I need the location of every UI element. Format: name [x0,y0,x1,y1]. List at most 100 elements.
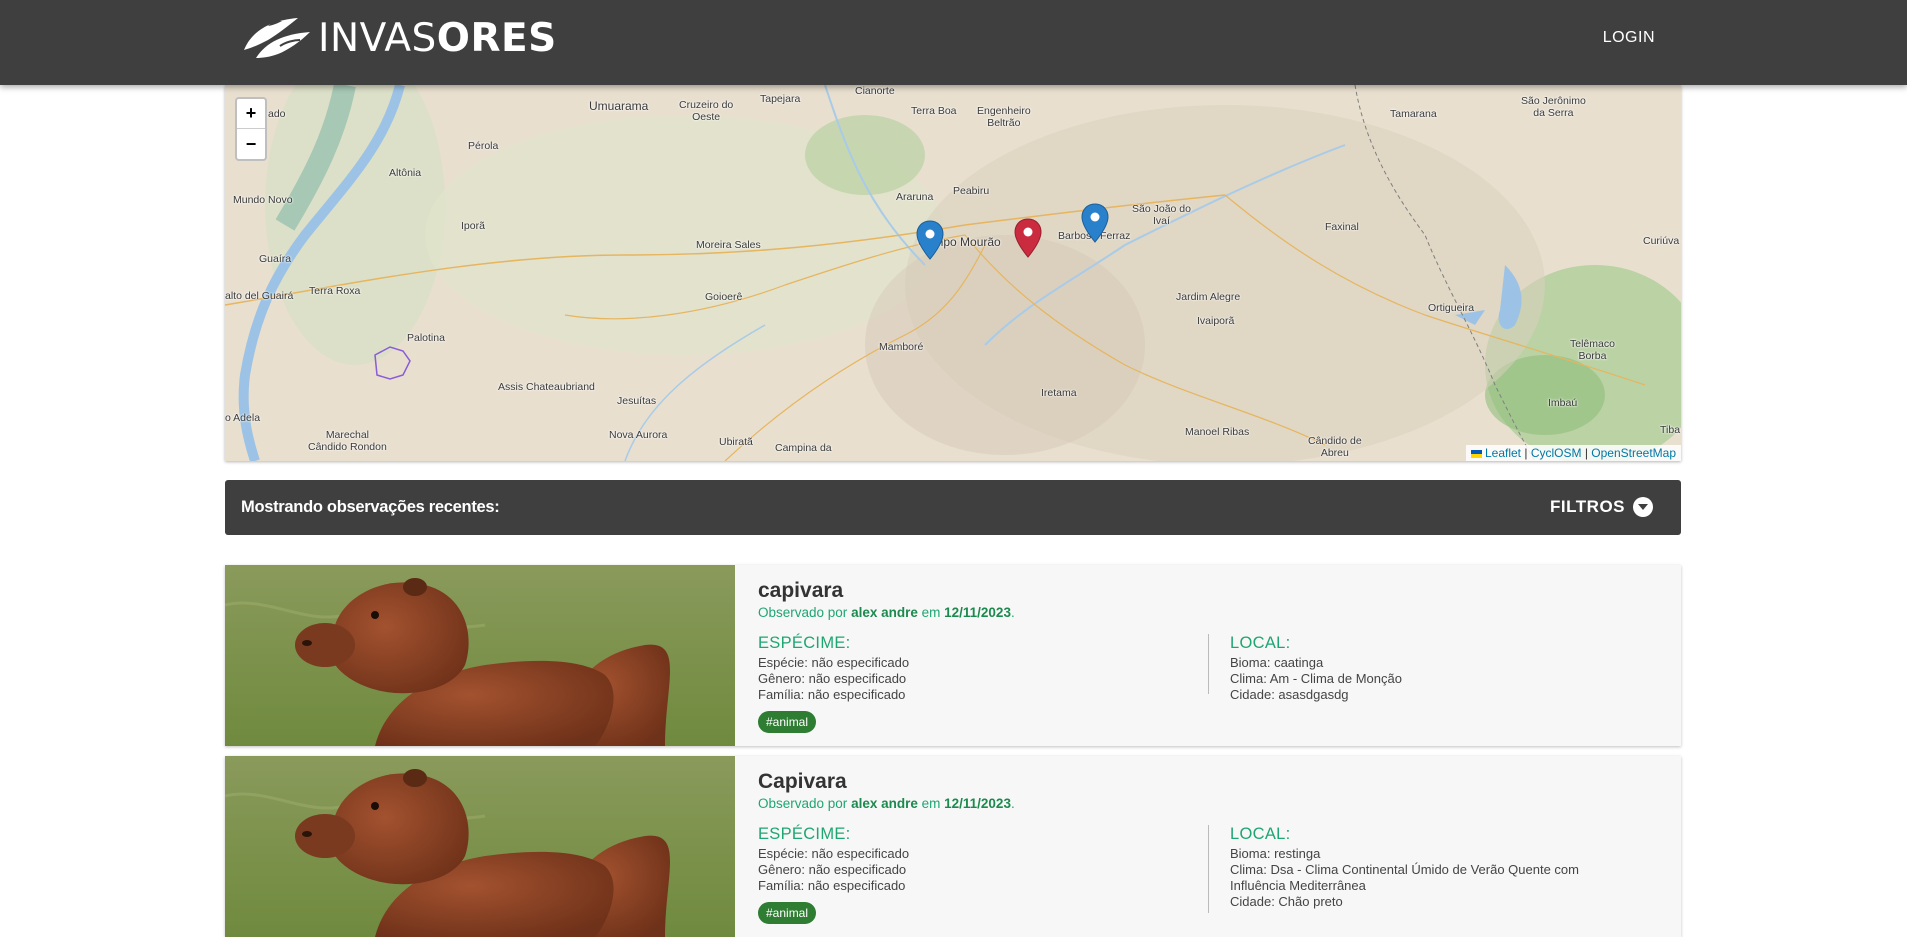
biome-field: Bioma: caatinga [1230,655,1324,670]
filters-toggle-button[interactable]: FILTROS [1550,497,1653,517]
map-label: Terra Roxa [309,285,361,297]
observation-card[interactable]: Capivara Observado por alex andre em 12/… [225,756,1681,937]
observed-mid: em [917,605,945,620]
observed-mid: em [917,796,945,811]
capybara-photo [225,565,735,746]
leaflet-link[interactable]: Leaflet [1485,446,1521,460]
map-marker-blue-icon[interactable] [1081,203,1109,243]
map-label: Moreira Sales [696,239,761,251]
observation-date: 12/11/2023 [944,796,1011,811]
zoom-control: + − [235,97,267,161]
genus-field: Gênero: não especificado [758,671,907,686]
map-label: Mundo Novo [233,194,293,206]
genus-field: Gênero: não especificado [758,862,907,877]
map-label: Curiúva [1643,235,1680,247]
map-label: Campina da [775,442,832,454]
map-label: São Jerônimo da Serra [1521,95,1586,119]
map-label: Tiba [1660,424,1681,436]
climate-field: Clima: Dsa - Clima Continental Úmido de … [1230,862,1579,893]
map-label: Assis Chateaubriand [498,381,595,393]
navbar: INVASORES LOGIN [0,0,1907,85]
map-label: Pérola [468,140,499,152]
map-label: Cruzeiro do Oeste [679,99,734,123]
map-marker-blue-icon[interactable] [916,220,944,260]
map-label: Palotina [407,332,445,344]
tag-badge[interactable]: #animal [758,902,817,924]
map-label: Jardim Alegre [1176,291,1241,303]
city-field: Cidade: Chão preto [1230,894,1343,909]
map-label: Ortigueira [1428,302,1475,314]
family-field: Família: não especificado [758,878,906,893]
capybara-photo [225,756,735,937]
brand-logo[interactable]: INVASORES [238,12,557,64]
location-section: LOCAL: Bioma: restinga Clima: Dsa - Clim… [1208,825,1658,913]
zoom-in-button[interactable]: + [237,99,265,129]
observation-body: Capivara Observado por alex andre em 12/… [758,770,1661,924]
species-field: Espécie: não especificado [758,846,910,861]
location-heading: LOCAL: [1230,634,1291,652]
observation-title[interactable]: capivara [758,579,1661,603]
zoom-out-button[interactable]: − [237,129,265,159]
map-label: Peabiru [953,185,990,197]
specimen-section: ESPÉCIME: Espécie: não especificado Gêne… [758,634,1208,733]
map-marker-red-icon[interactable] [1014,218,1042,258]
specimen-heading: ESPÉCIME: [758,634,851,652]
map-label: alto del Guairá [225,290,294,302]
map-label: Goioerê [705,291,743,303]
observed-suffix: . [1010,796,1015,811]
map-label: São João do Ivaí [1132,203,1191,227]
map-label: Guaíra [259,253,292,265]
observation-card[interactable]: capivara Observado por alex andre em 12/… [225,565,1681,746]
map-label: Tapejara [760,93,801,105]
map-attribution: Leaflet | CyclOSM | OpenStreetMap [1465,445,1681,461]
map-label: Jesuítas [617,395,657,407]
login-link[interactable]: LOGIN [1603,29,1655,47]
map-label: Nova Aurora [609,429,668,441]
map-label: Faxinal [1325,221,1359,233]
family-field: Família: não especificado [758,687,906,702]
observation-photo[interactable] [225,565,735,746]
tag-badge[interactable]: #animal [758,711,817,733]
map-label: Mamboré [879,341,924,353]
location-heading: LOCAL: [1230,825,1291,843]
observation-date: 12/11/2023 [944,605,1011,620]
observed-prefix: Observado por [758,796,852,811]
map-label: o Adela [225,412,261,424]
location-section: LOCAL: Bioma: caatinga Clima: Am - Clima… [1208,634,1658,702]
map-label: Ivaiporã [1197,315,1235,327]
map-label: Engenheiro Beltrão [977,105,1031,129]
map-label: Cianorte [855,85,895,97]
observation-photo[interactable] [225,756,735,937]
map-label: Terra Boa [911,105,957,117]
leaf-bird-logo-icon [244,18,310,58]
observer-name[interactable]: alex andre [851,605,918,620]
openstreetmap-link[interactable]: OpenStreetMap [1591,446,1676,460]
specimen-heading: ESPÉCIME: [758,825,851,843]
observed-prefix: Observado por [758,605,852,620]
observer-name[interactable]: alex andre [851,796,918,811]
observed-by-line: Observado por alex andre em 12/11/2023. [758,796,1661,811]
species-field: Espécie: não especificado [758,655,910,670]
observation-title[interactable]: Capivara [758,770,1661,794]
brand-name: INVASORES [318,15,557,61]
cyclosm-link[interactable]: CyclOSM [1531,446,1582,460]
map-label: Iporã [461,220,485,232]
filters-label: FILTROS [1550,497,1625,516]
map-label: Umuarama [589,99,649,113]
results-header-bar: Mostrando observações recentes: FILTROS [225,480,1681,535]
map-label: Imbaú [1548,397,1578,409]
map-label: ado [268,108,286,120]
observations-map[interactable]: + − Cianorte Umuarama Cruzeiro do Oeste … [225,85,1681,461]
attribution-separator: | [1521,446,1531,460]
specimen-section: ESPÉCIME: Espécie: não especificado Gêne… [758,825,1208,924]
observation-body: capivara Observado por alex andre em 12/… [758,579,1661,733]
map-label: Altônia [389,167,422,179]
map-label: Araruna [896,191,934,203]
observed-suffix: . [1010,605,1015,620]
attribution-separator: | [1581,446,1592,460]
ukraine-flag-icon [1470,449,1482,458]
climate-field: Clima: Am - Clima de Monção [1230,671,1402,686]
results-title: Mostrando observações recentes: [241,498,500,516]
chevron-down-icon [1633,497,1653,517]
map-label: Tamarana [1390,108,1437,120]
